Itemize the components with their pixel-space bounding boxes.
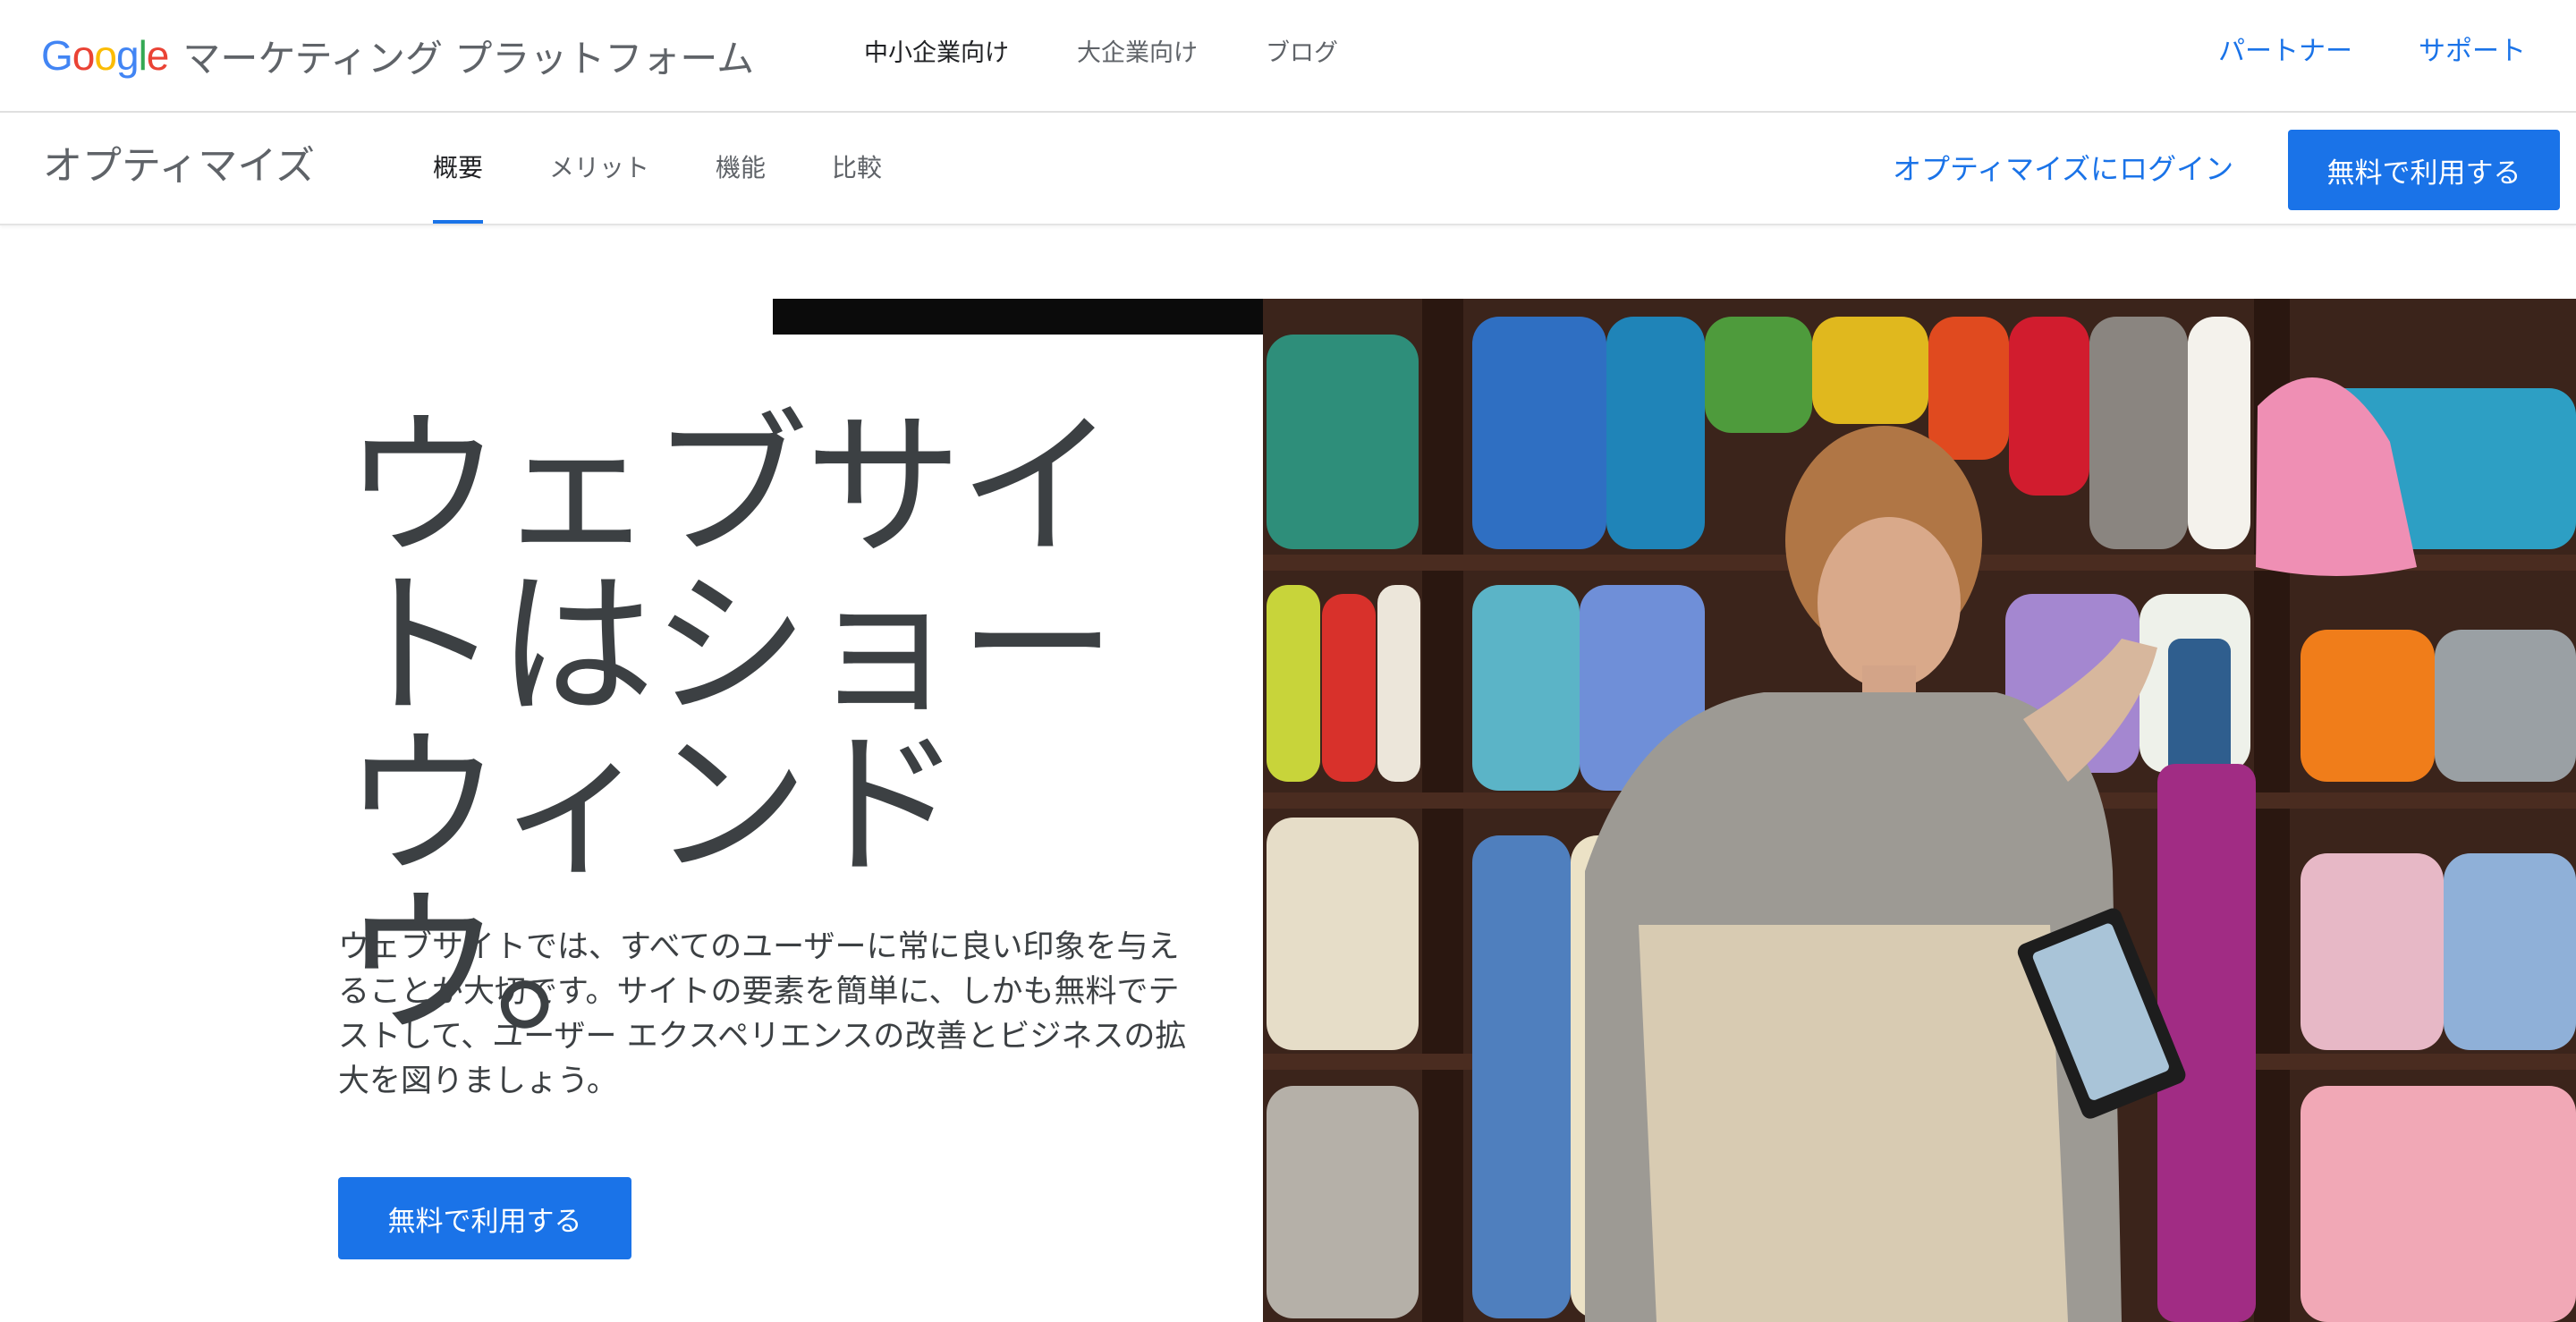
optimize-login-link[interactable]: オプティマイズにログイン [1893,147,2233,191]
tab-overview[interactable]: 概要 [433,113,484,224]
audience-nav: 中小企業向け 大企業向け ブログ [864,36,1406,72]
try-free-button-hero[interactable]: 無料で利用する [338,1177,631,1259]
try-free-button-header[interactable]: 無料で利用する [2288,130,2560,210]
google-logo: Google [41,32,170,79]
logo-letter: o [72,32,96,79]
hero-image [1263,299,2576,1322]
platform-name: マーケティング プラットフォーム [182,36,755,81]
partners-link[interactable]: パートナー [2218,32,2352,72]
logo-letter: l [138,32,148,79]
logo-letter: e [146,32,170,79]
header-right-links: パートナー サポート [2152,32,2526,72]
yarn-shop-photo [1263,299,2576,1322]
product-bar: オプティマイズ 概要 メリット 機能 比較 オプティマイズにログイン 無料で利用… [0,113,2576,225]
logo-letter: g [115,32,140,79]
logo-letter: G [41,32,73,79]
product-name[interactable]: オプティマイズ [43,140,315,193]
nav-link-small-business[interactable]: 中小企業向け [864,36,1009,72]
tab-benefits[interactable]: メリット [549,113,649,224]
hero-description: ウェブサイトでは、すべてのユーザーに常に良い印象を与えることが大切です。サイトの… [338,929,1187,1099]
google-marketing-platform-logo[interactable]: Google マーケティング プラットフォーム [41,27,754,84]
nav-link-blog[interactable]: ブログ [1266,36,1338,72]
global-header: Google マーケティング プラットフォーム 中小企業向け 大企業向け ブログ… [0,0,2576,113]
logo-letter: o [94,32,117,79]
tab-features[interactable]: 機能 [716,113,766,224]
tab-compare[interactable]: 比較 [832,113,882,224]
nav-link-enterprise[interactable]: 大企業向け [1077,36,1198,72]
support-link[interactable]: サポート [2419,32,2526,72]
product-tabs: 概要 メリット 機能 比較 [433,113,948,224]
